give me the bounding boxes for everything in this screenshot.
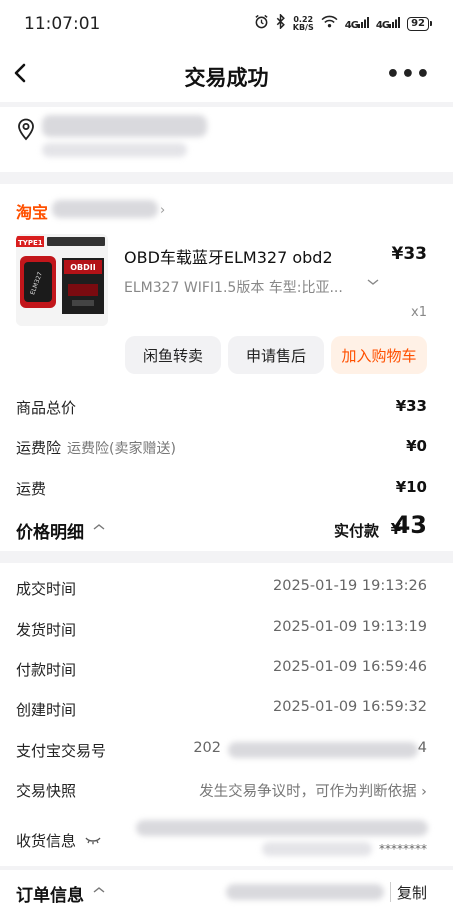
product-image[interactable]: TYPE1 ELM327 OBDII: [16, 234, 108, 326]
product-sku[interactable]: ELM327 WIFI1.5版本 车型:比亚...: [124, 277, 343, 297]
order-no-redacted: [226, 884, 384, 900]
signal-icon: 4G: [344, 16, 369, 31]
after-sale-button[interactable]: 申请售后: [228, 336, 324, 374]
paid-label: 实付款: [333, 522, 379, 540]
battery-icon: 92: [407, 16, 432, 31]
receiver-row: 收货信息: [16, 830, 101, 851]
chevron-up-icon[interactable]: [92, 884, 106, 898]
receiver-masked: ********: [379, 842, 427, 856]
alipay-no-label: 支付宝交易号: [16, 742, 107, 760]
receiver-phone-redacted: [262, 842, 372, 856]
insurance-value: ¥0: [406, 437, 427, 455]
eye-closed-icon[interactable]: [85, 832, 101, 850]
receiver-redacted: [136, 820, 428, 836]
copy-button[interactable]: 复制: [397, 882, 427, 903]
deal-time-value: 2025-01-19 19:13:26: [273, 578, 427, 594]
add-to-cart-button[interactable]: 加入购物车: [331, 336, 427, 374]
order-info-title[interactable]: 订单信息: [16, 881, 84, 906]
status-time: 11:07:01: [24, 14, 101, 34]
product-title[interactable]: OBD车载蓝牙ELM327 obd2: [124, 244, 333, 268]
goods-total-label: 商品总价: [16, 399, 77, 417]
shop-platform[interactable]: 淘宝: [16, 199, 48, 223]
bluetooth-icon: [276, 13, 286, 33]
ship-time-label: 发货时间: [16, 621, 77, 639]
divider: [0, 172, 453, 184]
goods-total-value: ¥33: [395, 397, 427, 415]
price-detail-title[interactable]: 价格明细: [16, 518, 84, 543]
pay-time-label: 付款时间: [16, 661, 77, 679]
product-quantity: x1: [411, 305, 427, 320]
alipay-no-prefix: 202: [193, 740, 221, 756]
alarm-icon: [254, 14, 269, 33]
chevron-up-icon[interactable]: [92, 521, 106, 535]
create-time-label: 创建时间: [16, 701, 77, 719]
signal-label-1: 4G: [344, 19, 359, 31]
nav-bar: 交易成功 •••: [0, 48, 453, 102]
more-icon[interactable]: •••: [386, 62, 431, 87]
insurance-row: 运费险 运费险(卖家赠送): [16, 437, 176, 458]
snapshot-label: 交易快照: [16, 782, 77, 800]
insurance-label: 运费险: [16, 439, 62, 457]
alipay-no-redacted: [228, 742, 418, 758]
product-price: ¥33: [391, 244, 428, 264]
alipay-no-suffix: 4: [417, 740, 427, 756]
speed-unit: KB/S: [292, 22, 314, 32]
address-section[interactable]: [0, 107, 453, 171]
divider: [0, 866, 453, 870]
location-icon: [16, 117, 36, 141]
receiver-label: 收货信息: [16, 832, 77, 850]
shipping-label: 运费: [16, 480, 47, 498]
status-bar: 11:07:01 0.22 KB/S 4G 4G 92: [0, 0, 453, 48]
shop-name-redacted: [52, 200, 158, 218]
product-image-tag: TYPE1: [18, 239, 43, 247]
paid-amount: 43: [393, 511, 427, 539]
shop-arrow-icon[interactable]: ›: [160, 203, 165, 218]
sku-chevron-down-icon[interactable]: [366, 276, 380, 291]
divider: [0, 551, 453, 563]
create-time-value: 2025-01-09 16:59:32: [273, 699, 427, 715]
deal-time-label: 成交时间: [16, 580, 77, 598]
shipping-value: ¥10: [395, 478, 427, 496]
contact-redacted: [42, 143, 187, 157]
wifi-icon: [321, 15, 338, 32]
signal-label-2: 4G: [375, 19, 390, 31]
ship-time-value: 2025-01-09 19:13:19: [273, 619, 427, 635]
address-redacted: [42, 115, 207, 137]
copy-separator: [390, 882, 391, 902]
resell-button[interactable]: 闲鱼转卖: [125, 336, 221, 374]
signal-icon-2: 4G: [375, 16, 401, 31]
insurance-sub[interactable]: 运费险(卖家赠送): [67, 441, 176, 457]
network-speed: 0.22 KB/S: [292, 15, 314, 32]
snapshot-link[interactable]: 发生交易争议时，可作为判断依据 ›: [199, 780, 427, 801]
status-icons: 0.22 KB/S 4G 4G 92: [254, 13, 432, 33]
product-image-box-label: OBDII: [70, 263, 96, 272]
pay-time-value: 2025-01-09 16:59:46: [273, 659, 427, 675]
